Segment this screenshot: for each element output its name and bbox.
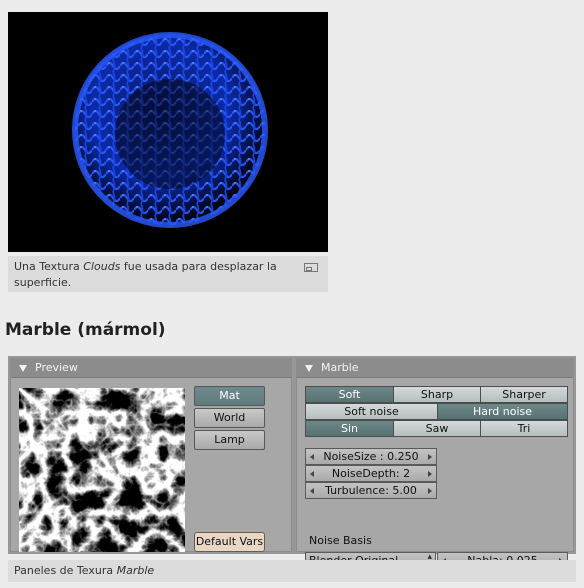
preview-world-button[interactable]: World <box>194 408 265 428</box>
figure-caption-marble: Paneles de Texura Marble <box>8 560 576 582</box>
caption-italic-text: Marble <box>116 564 155 577</box>
marble-sharp-button[interactable]: Sharp <box>393 386 481 403</box>
marble-preview-image <box>19 388 185 552</box>
noise-depth-field[interactable]: NoiseDepth: 2 <box>305 465 437 482</box>
marble-panel-header[interactable]: Marble <box>297 359 573 378</box>
caption-text: Paneles de Texura <box>14 564 117 577</box>
marble-texture-panels: Preview Mat World Lamp Default Vars Marb… <box>8 356 576 569</box>
noise-basis-label: Noise Basis <box>309 534 372 547</box>
marble-texture-swatch <box>19 388 185 552</box>
preview-panel: Preview Mat World Lamp Default Vars <box>10 358 292 552</box>
marble-soft-button[interactable]: Soft <box>305 386 394 403</box>
collapse-triangle-icon[interactable] <box>19 364 27 372</box>
saw-wave-button[interactable]: Saw <box>393 420 481 437</box>
sin-wave-button[interactable]: Sin <box>305 420 394 437</box>
blue-sphere-render <box>8 12 328 252</box>
marble-panel: Marble Soft Sharp Sharper Soft noise Har… <box>296 358 574 569</box>
caption-italic-text: Clouds <box>83 260 121 273</box>
noise-depth-value: NoiseDepth: 2 <box>331 467 411 480</box>
soft-noise-button[interactable]: Soft noise <box>305 403 438 420</box>
decrement-arrow-icon[interactable] <box>310 454 314 460</box>
turbulence-value: Turbulence: 5.00 <box>325 484 417 497</box>
marble-panel-title: Marble <box>321 361 359 374</box>
preview-lamp-button[interactable]: Lamp <box>194 430 265 450</box>
turbulence-field[interactable]: Turbulence: 5.00 <box>305 482 437 499</box>
hard-noise-button[interactable]: Hard noise <box>437 403 568 420</box>
preview-panel-header[interactable]: Preview <box>11 359 291 378</box>
decrement-arrow-icon[interactable] <box>310 471 314 477</box>
increment-arrow-icon[interactable] <box>428 454 432 460</box>
decrement-arrow-icon[interactable] <box>310 488 314 494</box>
increment-arrow-icon[interactable] <box>428 488 432 494</box>
tri-wave-button[interactable]: Tri <box>480 420 568 437</box>
preview-panel-title: Preview <box>35 361 78 374</box>
caption-text: Una Textura <box>14 260 84 273</box>
marble-sharper-button[interactable]: Sharper <box>480 386 568 403</box>
figure-caption-clouds: Una Textura Clouds fue usada para despla… <box>8 256 328 292</box>
enlarge-icon[interactable] <box>304 263 318 273</box>
default-vars-button[interactable]: Default Vars <box>194 532 265 552</box>
noise-size-field[interactable]: NoiseSize : 0.250 <box>305 448 437 465</box>
preview-mat-button[interactable]: Mat <box>194 386 265 406</box>
section-heading-marble: Marble (mármol) <box>5 320 166 340</box>
noise-size-value: NoiseSize : 0.250 <box>323 450 419 463</box>
collapse-triangle-icon[interactable] <box>305 364 313 372</box>
clouds-render-image <box>8 12 328 252</box>
increment-arrow-icon[interactable] <box>428 471 432 477</box>
